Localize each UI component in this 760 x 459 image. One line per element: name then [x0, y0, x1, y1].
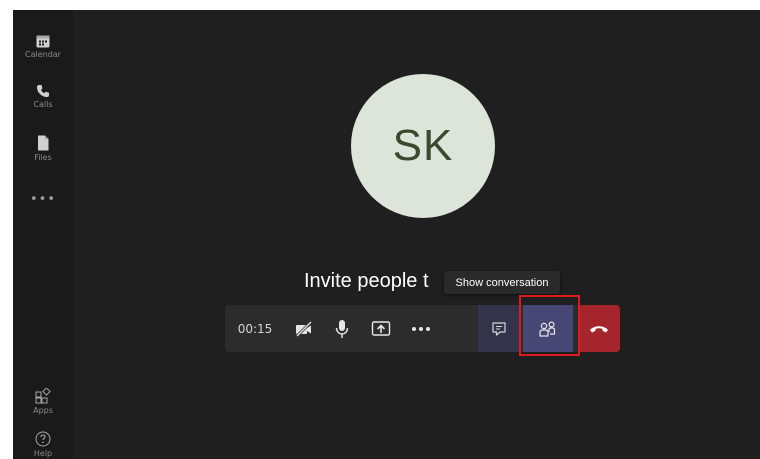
share-screen-icon	[371, 320, 391, 336]
call-controls-bar: 00:15	[225, 305, 620, 352]
calendar-icon	[36, 35, 50, 48]
show-conversation-button[interactable]	[478, 305, 520, 352]
hang-up-button[interactable]	[578, 305, 620, 352]
rail-item-calls[interactable]: Calls	[13, 84, 73, 110]
mic-button[interactable]	[323, 305, 361, 352]
rail-item-help[interactable]: Help	[13, 431, 73, 459]
hang-up-icon	[590, 325, 608, 332]
people-icon	[539, 320, 556, 337]
rail-item-calendar[interactable]: Calendar	[13, 34, 73, 60]
rail-item-files[interactable]: Files	[13, 135, 73, 163]
teams-call-window: Calendar Calls Files ••• Apps Help SK In…	[0, 0, 760, 459]
rail-item-more[interactable]: •••	[13, 192, 73, 207]
invite-people-text: Invite people t	[304, 270, 429, 292]
rail-label-apps: Apps	[33, 406, 53, 415]
rail-label-calls: Calls	[33, 100, 53, 109]
more-actions-button[interactable]	[401, 305, 441, 352]
rail-label-help: Help	[33, 449, 53, 458]
show-participants-button[interactable]	[523, 305, 573, 352]
app-rail: Calendar Calls Files ••• Apps Help	[13, 10, 73, 459]
participant-avatar: SK	[351, 74, 495, 218]
chat-icon	[492, 321, 506, 336]
phone-icon	[37, 85, 49, 97]
call-timer: 00:15	[237, 321, 273, 336]
microphone-icon	[335, 319, 349, 338]
more-icon: •••	[29, 192, 56, 207]
apps-icon	[35, 388, 51, 404]
window-margin	[0, 0, 13, 459]
rail-item-apps[interactable]: Apps	[13, 388, 73, 416]
top-strip	[13, 0, 760, 10]
avatar-initials: SK	[392, 121, 454, 170]
file-icon	[38, 135, 49, 151]
show-conversation-tooltip: Show conversation	[444, 271, 560, 294]
camera-off-icon	[295, 320, 313, 337]
rail-label-calendar: Calendar	[25, 50, 61, 59]
help-icon	[35, 431, 51, 447]
more-icon	[412, 326, 430, 331]
rail-label-files: Files	[34, 153, 52, 162]
share-button[interactable]	[361, 305, 401, 352]
video-off-button[interactable]	[285, 305, 323, 352]
